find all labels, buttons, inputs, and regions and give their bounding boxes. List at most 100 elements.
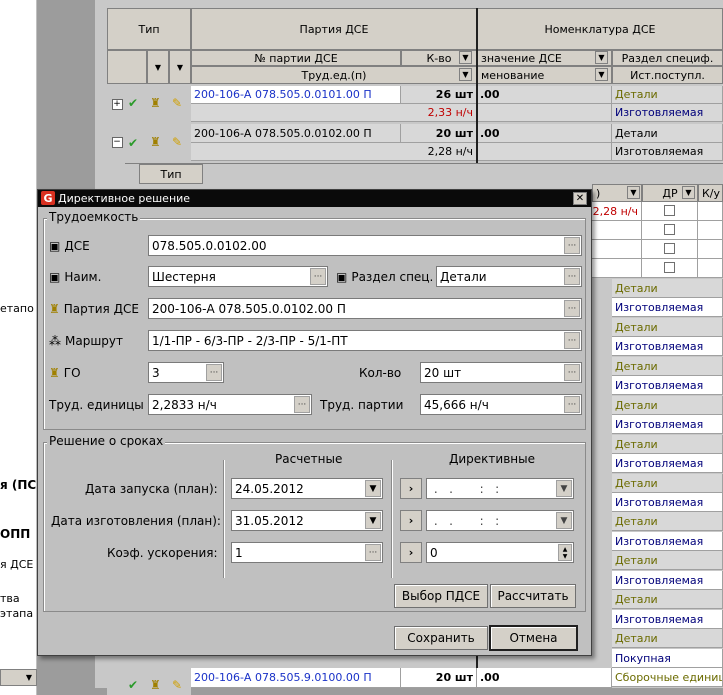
- subgrid-cell-ku[interactable]: [698, 202, 723, 221]
- table-cell-batch[interactable]: 200-106-А 078.505.9.0100.00 П: [191, 668, 401, 688]
- route-field[interactable]: 1/1-ПР - 6/3-ПР - 2/3-ПР - 5/1-ПТ ···: [148, 330, 582, 351]
- table-cell-source[interactable]: Изготовляемая: [612, 143, 723, 161]
- table-cell-dse[interactable]: .00: [477, 668, 612, 688]
- table-cell-qty[interactable]: 20 шт: [401, 668, 477, 688]
- expand-row-button[interactable]: +: [107, 86, 127, 122]
- go-field[interactable]: 3 ···: [148, 362, 224, 383]
- cancel-button[interactable]: Отмена: [489, 625, 578, 651]
- table-cell-right[interactable]: Детали: [612, 435, 723, 454]
- copy-make-date-button[interactable]: ›: [400, 510, 422, 531]
- start-date-calc-field[interactable]: 24.05.2012 ▼: [231, 478, 383, 499]
- batch-labor-field[interactable]: 45,666 н/ч ···: [420, 394, 582, 415]
- col-header-name[interactable]: менование: [477, 66, 612, 84]
- subgrid-cell-dr[interactable]: [642, 221, 698, 240]
- table-cell-right[interactable]: Изготовляемая: [612, 610, 723, 629]
- col-header-source[interactable]: Ист.поступл.: [612, 66, 723, 84]
- name-field[interactable]: Шестерня ···: [148, 266, 328, 287]
- col-header-section[interactable]: Раздел специф.: [612, 50, 723, 66]
- close-icon[interactable]: ✕: [573, 192, 587, 205]
- subgrid-cell-ku[interactable]: [698, 259, 723, 278]
- dr-checkbox[interactable]: [664, 243, 675, 254]
- copy-accel-button[interactable]: ›: [400, 542, 422, 563]
- save-button[interactable]: Сохранить: [394, 626, 488, 650]
- table-cell-right[interactable]: Изготовляемая: [612, 376, 723, 395]
- chevron-down-icon[interactable]: ▼: [365, 512, 381, 529]
- make-date-directive-field[interactable]: . . : : ▼: [426, 510, 574, 531]
- subgrid-header-ku[interactable]: К/у: [698, 184, 723, 202]
- dialog-title-bar[interactable]: G Директивное решение ✕: [38, 190, 591, 207]
- dr-checkbox[interactable]: [664, 224, 675, 235]
- batch-field[interactable]: 200-106-А 078.505.0.0102.00 П ···: [148, 298, 582, 319]
- table-cell-right[interactable]: Сборочные единиц: [612, 668, 723, 687]
- table-cell-dse[interactable]: .00: [477, 124, 612, 143]
- table-cell-right[interactable]: Изготовляемая: [612, 454, 723, 473]
- table-cell-labor[interactable]: 2,33 н/ч: [191, 104, 477, 122]
- scroll-down-button[interactable]: ▼: [0, 669, 37, 686]
- chevron-down-icon[interactable]: ▼: [627, 186, 640, 199]
- col-header-batch-no[interactable]: № партии ДСЕ: [191, 50, 401, 66]
- table-cell-right[interactable]: Детали: [612, 512, 723, 531]
- table-cell-right[interactable]: Изготовляемая: [612, 532, 723, 551]
- table-cell-name[interactable]: [477, 143, 612, 161]
- table-cell-batch[interactable]: 200-106-А 078.505.0.0101.00 П: [191, 86, 401, 104]
- chevron-down-icon[interactable]: ▼: [595, 51, 608, 64]
- subgrid-cell-labor[interactable]: [592, 240, 642, 259]
- qty-field[interactable]: 20 шт ···: [420, 362, 582, 383]
- dr-checkbox[interactable]: [664, 205, 675, 216]
- chevron-down-icon[interactable]: ▼: [365, 480, 381, 497]
- col-header-labor[interactable]: Труд.ед.(п): [191, 66, 477, 84]
- col-header-type[interactable]: Тип: [107, 8, 191, 50]
- chevron-down-icon[interactable]: ▼: [556, 512, 572, 529]
- subgrid-cell-labor[interactable]: [592, 221, 642, 240]
- table-cell-right[interactable]: Детали: [612, 629, 723, 648]
- pencil-icon[interactable]: ✎: [172, 96, 182, 110]
- subgrid-header-type[interactable]: Тип: [139, 164, 203, 184]
- table-cell-right[interactable]: Детали: [612, 474, 723, 493]
- ellipsis-button[interactable]: ···: [564, 332, 580, 349]
- pencil-icon[interactable]: ✎: [172, 135, 182, 149]
- chevron-down-icon[interactable]: ▼: [459, 51, 472, 64]
- accel-directive-field[interactable]: 0 ▲ ▼: [426, 542, 574, 563]
- table-cell-right[interactable]: Детали: [612, 396, 723, 415]
- collapse-row-button[interactable]: −: [107, 124, 127, 160]
- copy-start-date-button[interactable]: ›: [400, 478, 422, 499]
- table-cell-right[interactable]: Покупная: [612, 649, 723, 668]
- dse-field[interactable]: 078.505.0.0102.00 ···: [148, 235, 582, 256]
- ellipsis-button[interactable]: ···: [564, 396, 580, 413]
- chevron-down-icon[interactable]: ▼: [595, 68, 608, 81]
- table-cell-right[interactable]: Детали: [612, 318, 723, 337]
- subgrid-cell-labor[interactable]: [592, 259, 642, 278]
- dr-checkbox[interactable]: [664, 262, 675, 273]
- table-cell-source[interactable]: Изготовляемая: [612, 104, 723, 122]
- col-header-edit[interactable]: ▼: [169, 50, 191, 84]
- ellipsis-button[interactable]: ···: [564, 364, 580, 381]
- table-cell-batch[interactable]: 200-106-А 078.505.0.0102.00 П: [191, 124, 401, 143]
- ellipsis-button[interactable]: ···: [564, 300, 580, 317]
- ellipsis-button[interactable]: ···: [206, 364, 222, 381]
- pencil-icon[interactable]: ✎: [172, 678, 182, 692]
- subgrid-cell-dr[interactable]: [642, 259, 698, 278]
- ellipsis-button[interactable]: ···: [564, 237, 580, 254]
- table-cell-right[interactable]: Изготовляемая: [612, 571, 723, 590]
- chevron-down-icon[interactable]: ▼: [556, 480, 572, 497]
- spinner-icon[interactable]: ▲ ▼: [558, 544, 572, 561]
- table-cell-right[interactable]: Изготовляемая: [612, 337, 723, 356]
- table-cell-dse[interactable]: .00: [477, 86, 612, 104]
- table-cell-section[interactable]: Детали: [612, 124, 723, 143]
- table-cell-right[interactable]: Изготовляемая: [612, 298, 723, 317]
- subgrid-cell-ku[interactable]: [698, 240, 723, 259]
- chevron-down-icon[interactable]: ▼: [459, 68, 472, 81]
- subgrid-cell-labor[interactable]: 2,28 н/ч: [592, 202, 642, 221]
- chevron-down-icon[interactable]: ▼: [682, 186, 695, 199]
- table-cell-name[interactable]: [477, 104, 612, 122]
- start-date-directive-field[interactable]: . . : : ▼: [426, 478, 574, 499]
- table-cell-labor[interactable]: 2,28 н/ч: [191, 143, 477, 161]
- subgrid-cell-dr[interactable]: [642, 240, 698, 259]
- subgrid-cell-ku[interactable]: [698, 221, 723, 240]
- table-cell-right[interactable]: Детали: [612, 357, 723, 376]
- select-pdse-button[interactable]: Выбор ПДСЕ: [394, 584, 488, 608]
- table-cell-right[interactable]: Детали: [612, 279, 723, 298]
- ellipsis-button[interactable]: ···: [294, 396, 310, 413]
- section-field[interactable]: Детали ···: [436, 266, 582, 287]
- ellipsis-button[interactable]: ···: [564, 268, 580, 285]
